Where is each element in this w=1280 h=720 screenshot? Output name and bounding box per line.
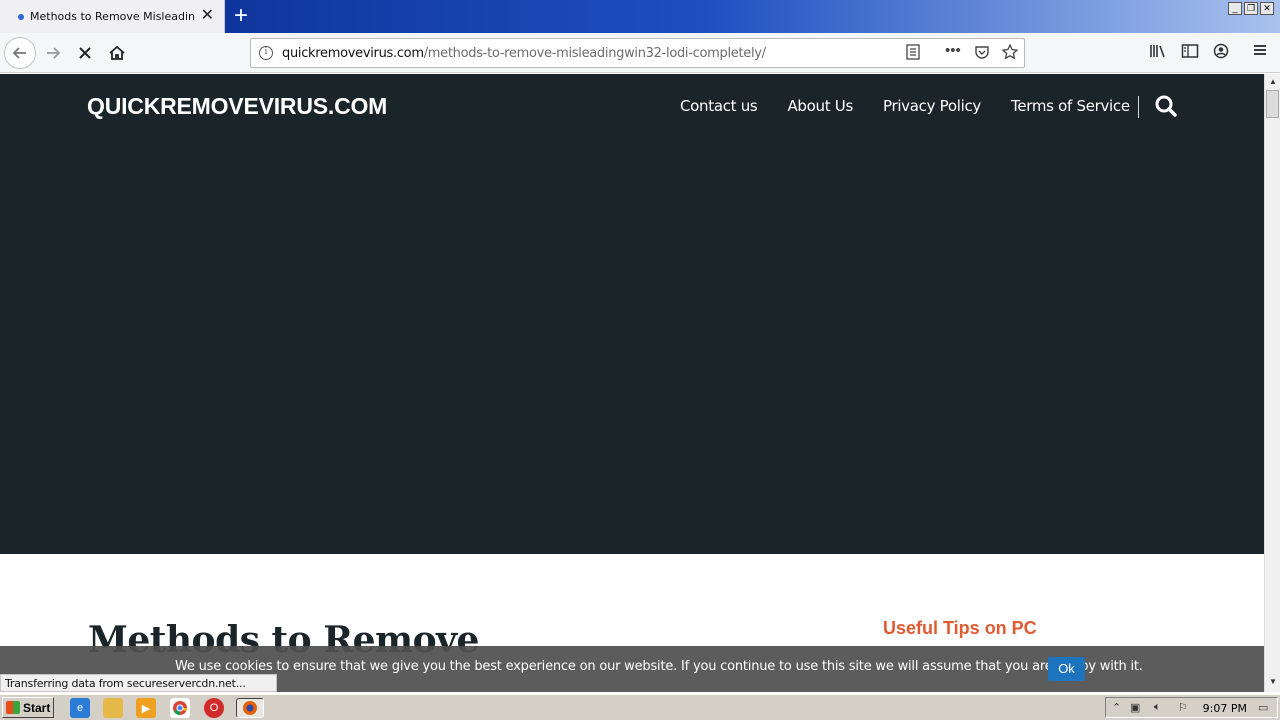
clock[interactable]: 9:07 PM xyxy=(1203,702,1247,715)
scroll-thumb[interactable] xyxy=(1266,90,1279,118)
page-viewport: QUICKREMOVEVIRUS.COM Contact us About Us… xyxy=(0,74,1264,692)
network-icon[interactable]: ▣ xyxy=(1130,701,1140,714)
system-tray: ⌃ ▣ 🔈︎ ⚐ 9:07 PM ▭ xyxy=(1105,697,1278,718)
arrow-right-icon xyxy=(47,47,61,59)
taskbar: Start e ▶ O ⌃ ▣ 🔈︎ ⚐ 9:07 PM ▭ xyxy=(0,694,1280,720)
browser-tab[interactable]: Methods to Remove Misleading:W ✕ xyxy=(0,0,225,33)
arrow-left-icon xyxy=(12,47,26,59)
info-icon[interactable]: i xyxy=(259,46,273,60)
vertical-scrollbar[interactable]: ▲ ▼ xyxy=(1264,74,1280,692)
reader-view-icon[interactable] xyxy=(906,44,920,64)
status-text: Transferring data from secureservercdn.n… xyxy=(0,674,277,692)
home-button[interactable] xyxy=(102,39,132,67)
new-tab-button[interactable]: + xyxy=(230,3,252,29)
stop-button[interactable] xyxy=(70,39,100,67)
url-text[interactable]: quickremovevirus.com/methods-to-remove-m… xyxy=(282,46,766,61)
title-bar: Methods to Remove Misleading:W ✕ + _ ❐ ✕ xyxy=(0,0,1280,33)
nav-item-about[interactable]: About Us xyxy=(787,97,853,115)
site-title[interactable]: QUICKREMOVEVIRUS.COM xyxy=(87,93,387,120)
sidebar-icon[interactable] xyxy=(1181,43,1199,64)
search-icon[interactable] xyxy=(1154,94,1178,118)
main-nav: Contact us About Us Privacy Policy Terms… xyxy=(680,97,1160,115)
stop-icon xyxy=(79,47,91,59)
scroll-up-icon[interactable]: ▲ xyxy=(1267,76,1279,88)
opera-icon[interactable]: O xyxy=(204,698,224,718)
nav-item-terms[interactable]: Terms of Service xyxy=(1011,97,1130,115)
nav-item-contact[interactable]: Contact us xyxy=(680,97,758,115)
bookmark-star-icon[interactable] xyxy=(1001,43,1019,64)
scroll-down-icon[interactable]: ▼ xyxy=(1267,676,1279,688)
volume-icon[interactable]: 🔈︎ xyxy=(1154,701,1161,714)
minimize-button[interactable]: _ xyxy=(1228,2,1242,15)
ie-icon[interactable]: e xyxy=(70,698,90,718)
site-header: QUICKREMOVEVIRUS.COM Contact us About Us… xyxy=(0,74,1264,554)
favicon-icon xyxy=(18,13,24,20)
folder-icon[interactable] xyxy=(103,698,123,718)
cookie-ok-button[interactable]: Ok xyxy=(1048,657,1085,681)
restore-button[interactable]: ❐ xyxy=(1244,2,1258,15)
menu-icon[interactable] xyxy=(1253,43,1267,62)
nav-item-privacy[interactable]: Privacy Policy xyxy=(883,97,981,115)
navigation-toolbar: i quickremovevirus.com/methods-to-remove… xyxy=(0,33,1280,73)
close-window-button[interactable]: ✕ xyxy=(1260,2,1274,15)
action-center-flag-icon[interactable]: ⚐ xyxy=(1178,701,1188,714)
cookie-message: We use cookies to ensure that we give yo… xyxy=(175,659,1143,674)
windows-logo-icon xyxy=(6,701,20,714)
more-actions-icon[interactable]: ••• xyxy=(945,42,961,59)
tab-title: Methods to Remove Misleading:W xyxy=(30,10,195,23)
close-tab-icon[interactable]: ✕ xyxy=(201,7,214,25)
back-button[interactable] xyxy=(4,37,36,69)
show-desktop-icon[interactable]: ▭ xyxy=(1258,701,1268,714)
firefox-taskbar-button[interactable] xyxy=(236,698,264,718)
media-player-icon[interactable]: ▶ xyxy=(136,698,156,718)
library-icon[interactable] xyxy=(1149,43,1167,64)
firefox-icon xyxy=(243,701,257,715)
account-icon[interactable] xyxy=(1213,43,1229,64)
start-button[interactable]: Start xyxy=(2,697,54,718)
start-label: Start xyxy=(23,700,51,715)
chrome-icon[interactable] xyxy=(170,698,190,718)
home-icon xyxy=(109,45,125,60)
forward-button[interactable] xyxy=(38,39,68,67)
nav-divider xyxy=(1138,96,1139,118)
show-hidden-icons-icon[interactable]: ⌃ xyxy=(1112,701,1121,714)
pocket-icon[interactable] xyxy=(974,44,990,64)
url-bar[interactable]: i quickremovevirus.com/methods-to-remove… xyxy=(250,38,1025,68)
sidebar-widget-title: Useful Tips on PC xyxy=(883,618,1037,638)
